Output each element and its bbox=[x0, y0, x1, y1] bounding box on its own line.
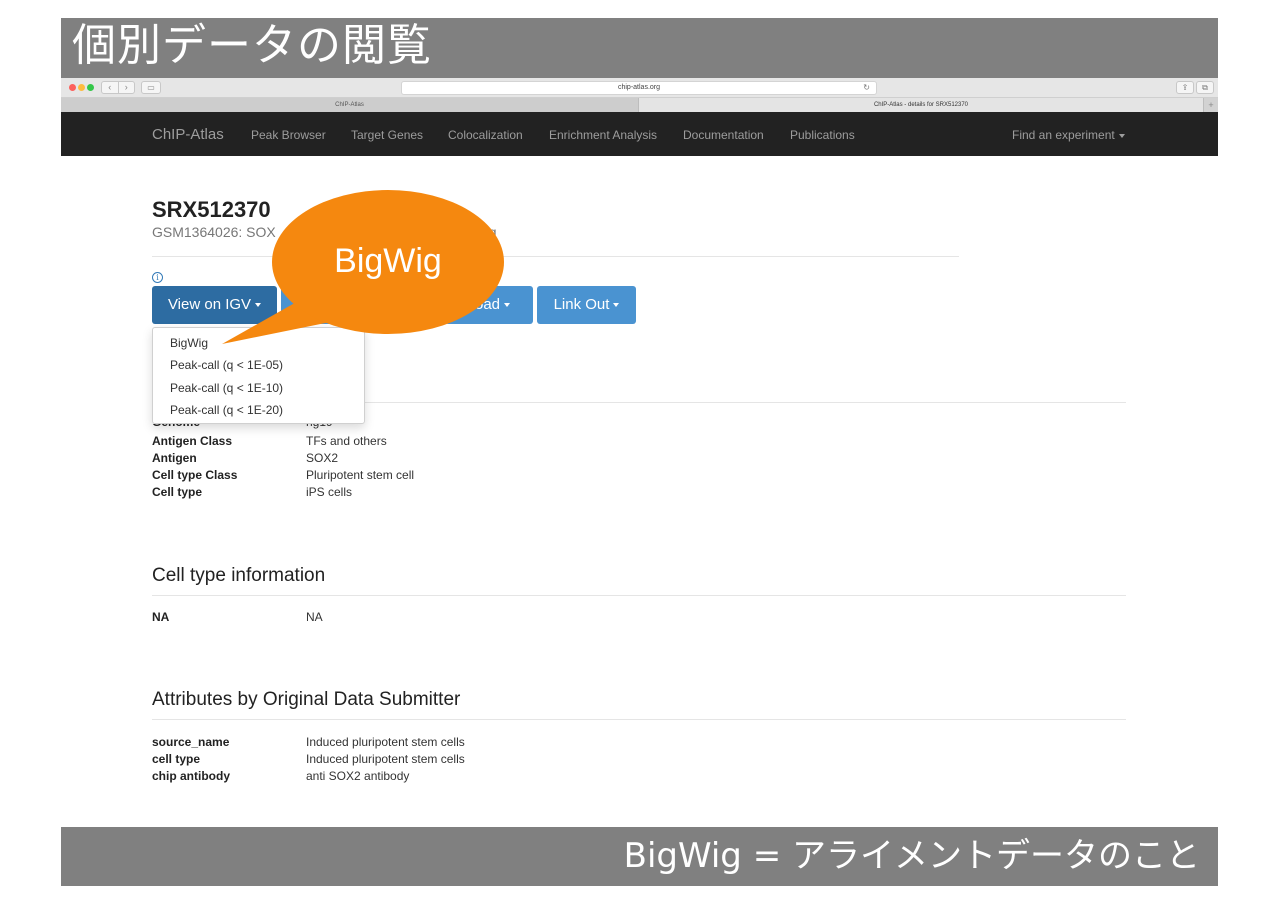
history-nav: ‹ › bbox=[101, 81, 135, 94]
metadata-row-partial: Genome hg19 bbox=[152, 424, 452, 429]
cell-type-info-key: NA bbox=[152, 610, 170, 624]
download-button[interactable]: oad bbox=[445, 286, 533, 324]
back-icon[interactable]: ‹ bbox=[102, 82, 119, 93]
metadata-key-antigen-class: Antigen Class bbox=[152, 434, 233, 448]
metadata-key-cell-type-class: Cell type Class bbox=[152, 468, 238, 482]
metadata-value: hg19 bbox=[306, 424, 333, 429]
slide-caption: BigWig = アライメントデータのこと bbox=[623, 836, 1200, 876]
find-experiment-label: Find an experiment bbox=[1012, 128, 1115, 142]
metadata-key: Genome bbox=[152, 424, 200, 429]
reload-icon[interactable]: ↻ bbox=[863, 82, 870, 94]
cell-type-info-value: NA bbox=[306, 610, 323, 624]
experiment-subtitle: GSM1364026: SOX bbox=[152, 224, 276, 240]
browser-tab[interactable]: ChIP-Atlas bbox=[61, 98, 639, 112]
app-navbar: ChIP-Atlas Peak Browser Target Genes Col… bbox=[61, 112, 1218, 156]
chevron-down-icon bbox=[504, 303, 511, 308]
browser-tabbar: ChIP-Atlas ChIP-Atlas - details for SRX5… bbox=[61, 98, 1218, 112]
nav-publications[interactable]: Publications bbox=[790, 128, 855, 142]
metadata-value-antigen: SOX2 bbox=[306, 451, 339, 465]
hidden-button[interactable] bbox=[281, 286, 441, 324]
attribute-value-source-name: Induced pluripotent stem cells bbox=[306, 735, 465, 749]
attribute-key-source-name: source_name bbox=[152, 735, 230, 749]
attribute-key-chip-antibody: chip antibody bbox=[152, 769, 230, 783]
experiment-id: SRX512370 bbox=[152, 197, 271, 222]
download-label: oad bbox=[475, 296, 501, 313]
forward-icon[interactable]: › bbox=[119, 82, 135, 93]
view-on-igv-label: View on IGV bbox=[167, 296, 252, 313]
divider bbox=[365, 402, 1126, 403]
attribute-value-chip-antibody: anti SOX2 antibody bbox=[306, 769, 410, 783]
slide-title: 個別データの閲覧 bbox=[72, 20, 432, 71]
metadata-key-cell-type: Cell type bbox=[152, 485, 203, 499]
callout-label: BigWig bbox=[334, 242, 442, 280]
metadata-key-antigen: Antigen bbox=[152, 451, 197, 465]
divider bbox=[152, 719, 1126, 720]
zoom-window-icon[interactable] bbox=[87, 84, 94, 91]
dropdown-item-peak-call-1e-20[interactable]: Peak-call (q < 1E-20) bbox=[153, 402, 364, 424]
nav-documentation[interactable]: Documentation bbox=[683, 128, 764, 142]
link-out-button[interactable]: Link Out bbox=[537, 286, 636, 324]
nav-peak-browser[interactable]: Peak Browser bbox=[251, 128, 326, 142]
sidebar-toggle-icon[interactable]: ▭ bbox=[141, 81, 161, 94]
view-on-igv-button[interactable]: View on IGV bbox=[152, 286, 277, 324]
metadata-value-cell-type: iPS cells bbox=[306, 485, 353, 499]
dropdown-item-peak-call-1e-05[interactable]: Peak-call (q < 1E-05) bbox=[153, 357, 364, 379]
find-experiment-menu[interactable]: Find an experiment bbox=[1012, 128, 1125, 142]
nav-target-genes[interactable]: Target Genes bbox=[351, 128, 423, 142]
minimize-window-icon[interactable] bbox=[78, 84, 85, 91]
close-window-icon[interactable] bbox=[69, 84, 76, 91]
browser-tab-active[interactable]: ChIP-Atlas - details for SRX512370 bbox=[639, 98, 1204, 112]
nav-enrichment-analysis[interactable]: Enrichment Analysis bbox=[549, 128, 657, 142]
address-bar[interactable]: chip-atlas.org ↻ bbox=[401, 81, 877, 95]
address-url: chip-atlas.org bbox=[617, 84, 661, 91]
tab-overview-icon[interactable]: ⧉ bbox=[1196, 81, 1214, 94]
attribute-key-cell-type: cell type bbox=[152, 752, 201, 766]
browser-titlebar: ‹ › ▭ chip-atlas.org ↻ ⇪ ⧉ bbox=[61, 78, 1218, 98]
experiment-subtitle-tail: eq bbox=[481, 224, 497, 240]
new-tab-icon[interactable]: + bbox=[1204, 98, 1218, 112]
dropdown-item-bigwig[interactable]: BigWig bbox=[153, 335, 364, 357]
chevron-down-icon bbox=[255, 303, 262, 308]
link-out-label: Link Out bbox=[553, 296, 610, 313]
chevron-down-icon bbox=[1118, 133, 1125, 138]
nav-colocalization[interactable]: Colocalization bbox=[448, 128, 523, 142]
attributes-heading: Attributes by Original Data Submitter bbox=[152, 689, 461, 710]
share-icon[interactable]: ⇪ bbox=[1176, 81, 1194, 94]
brand-link[interactable]: ChIP-Atlas bbox=[152, 126, 224, 143]
info-icon[interactable]: i bbox=[152, 272, 163, 283]
divider bbox=[152, 595, 1126, 596]
dropdown-item-peak-call-1e-10[interactable]: Peak-call (q < 1E-10) bbox=[153, 380, 364, 402]
attribute-value-cell-type: Induced pluripotent stem cells bbox=[306, 752, 465, 766]
cell-type-info-heading: Cell type information bbox=[152, 565, 326, 586]
chevron-down-icon bbox=[613, 303, 620, 308]
igv-dropdown-menu: BigWig Peak-call (q < 1E-05) Peak-call (… bbox=[152, 327, 365, 424]
metadata-value-antigen-class: TFs and others bbox=[306, 434, 387, 448]
metadata-value-cell-type-class: Pluripotent stem cell bbox=[306, 468, 415, 482]
